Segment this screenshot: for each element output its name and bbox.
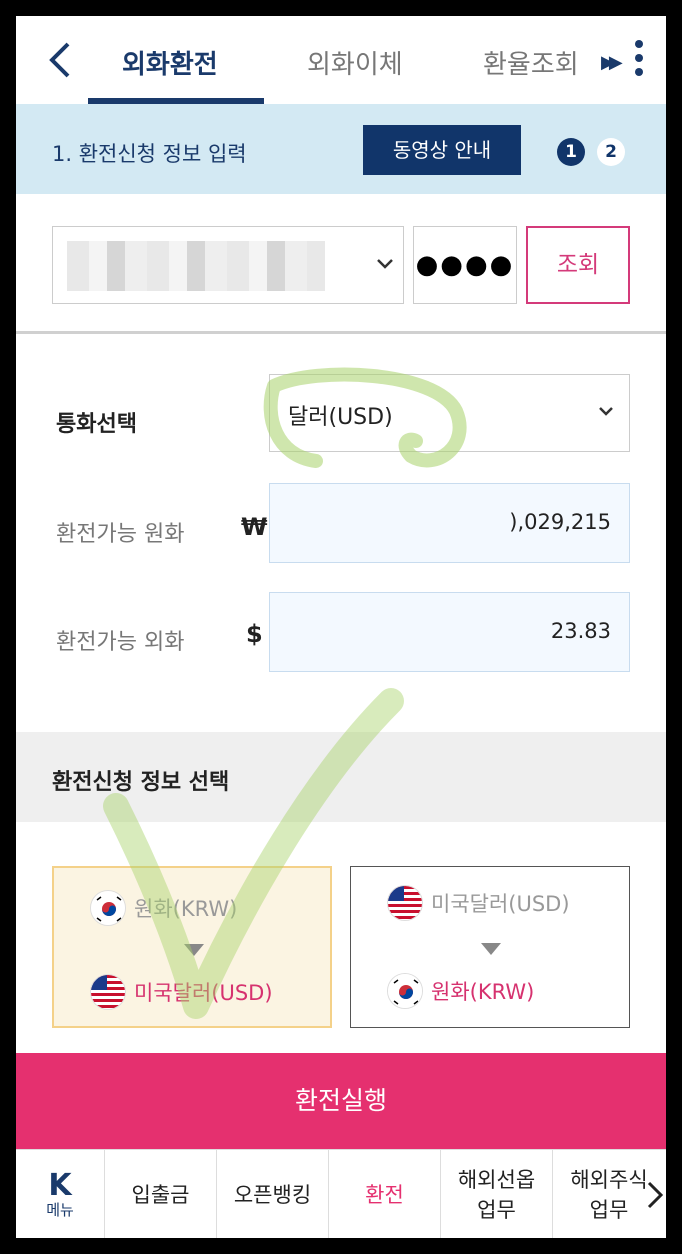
krw-available-field: ),029,215	[269, 483, 630, 563]
krw-available-value: ),029,215	[509, 510, 611, 534]
video-guide-button[interactable]: 동영상 안내	[363, 125, 521, 175]
lookup-button[interactable]: 조회	[526, 226, 630, 304]
currency-select-label: 통화선택	[56, 412, 137, 437]
korea-flag-icon	[387, 973, 423, 1009]
option-to-label: 미국달러(USD)	[134, 981, 273, 1005]
fx-available-field: 23.83	[269, 592, 630, 672]
fx-available-value: 23.83	[550, 619, 611, 643]
account-select[interactable]	[52, 226, 404, 304]
nav-open-banking[interactable]: 오픈뱅킹	[217, 1150, 329, 1238]
currency-select[interactable]: 달러(USD)	[269, 374, 630, 452]
blurred-account-number	[67, 241, 325, 291]
arrow-down-icon	[481, 943, 501, 955]
us-flag-icon	[387, 885, 423, 921]
more-options-icon[interactable]	[634, 40, 644, 80]
step-indicator-2: 2	[597, 138, 625, 166]
won-sign: ₩	[241, 513, 268, 541]
nav-overseas-futures[interactable]: 해외선옵 업무	[441, 1150, 553, 1238]
double-chevron-right-icon[interactable]: ▶▶	[601, 52, 623, 73]
step-indicator-1: 1	[557, 138, 585, 166]
tab-rate-lookup[interactable]: 환율조회	[483, 44, 579, 81]
execute-exchange-button[interactable]: 환전실행	[16, 1053, 666, 1149]
option-from-label: 미국달러(USD)	[431, 892, 570, 916]
option-from-label: 원화(KRW)	[134, 897, 238, 921]
korea-flag-icon	[90, 890, 126, 926]
bottom-nav: K 메뉴 입출금 오픈뱅킹 환전 해외선옵 업무 해외주식 업무	[16, 1149, 666, 1238]
step-title: 1. 환전신청 정보 입력	[52, 142, 247, 166]
tab-transfer[interactable]: 외화이체	[307, 44, 403, 81]
chevron-down-icon	[599, 407, 613, 416]
nav-menu[interactable]: K 메뉴	[16, 1150, 105, 1238]
account-row: ●●●● 조회	[16, 194, 666, 334]
currency-select-value: 달러(USD)	[288, 405, 393, 430]
top-tab-bar: 외화환전 외화이체 환율조회 ▶▶	[16, 16, 666, 104]
krw-available-label: 환전가능 원화	[56, 522, 185, 547]
nav-menu-label: 메뉴	[46, 1200, 74, 1219]
nav-deposit-withdraw[interactable]: 입출금	[105, 1150, 217, 1238]
fx-available-label: 환전가능 외화	[56, 630, 185, 655]
app-screen: 외화환전 외화이체 환율조회 ▶▶ 1. 환전신청 정보 입력 동영상 안내 1…	[16, 16, 666, 1238]
chevron-right-icon[interactable]	[646, 1180, 664, 1210]
arrow-down-icon	[184, 944, 204, 956]
option-krw-to-usd[interactable]: 원화(KRW) 미국달러(USD)	[52, 866, 332, 1028]
nav-exchange[interactable]: 환전	[329, 1150, 441, 1238]
us-flag-icon	[90, 974, 126, 1010]
section-title: 환전신청 정보 선택	[52, 770, 230, 795]
back-arrow-icon[interactable]	[46, 40, 76, 80]
dollar-sign: $	[246, 620, 263, 648]
tab-exchange[interactable]: 외화환전	[122, 44, 218, 81]
k-logo-icon: K	[48, 1167, 72, 1203]
option-to-label: 원화(KRW)	[431, 980, 535, 1004]
password-field[interactable]: ●●●●	[413, 226, 517, 304]
section-header: 환전신청 정보 선택	[16, 732, 666, 822]
option-usd-to-krw[interactable]: 미국달러(USD) 원화(KRW)	[350, 866, 630, 1028]
chevron-down-icon	[377, 259, 393, 269]
step-bar: 1. 환전신청 정보 입력 동영상 안내 1 2	[16, 104, 666, 194]
